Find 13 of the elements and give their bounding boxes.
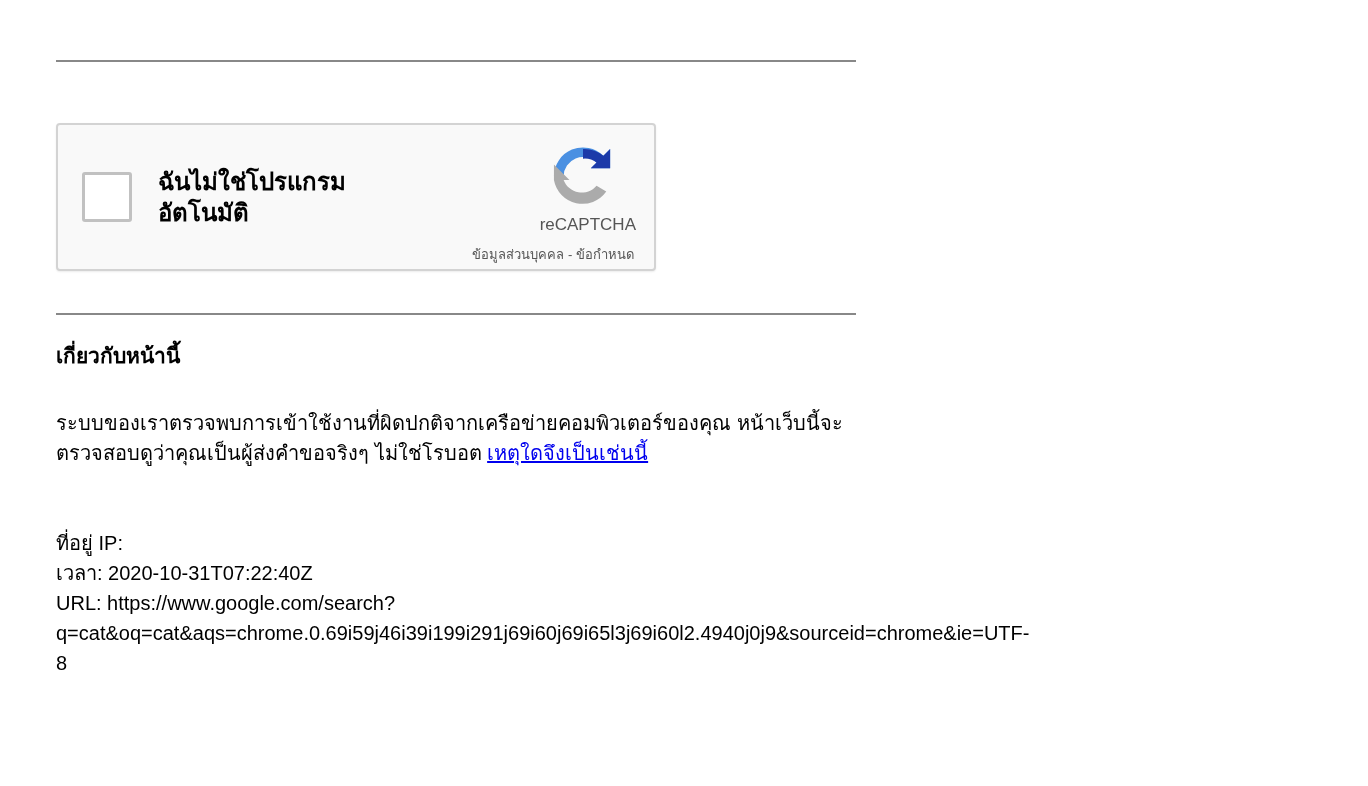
terms-link[interactable]: ข้อกำหนด bbox=[576, 247, 634, 262]
checkbox[interactable] bbox=[82, 172, 132, 222]
info-line: เวลา: 2020-10-31T07:22:40Z bbox=[56, 561, 313, 586]
info-line: URL: https://www.google.com/search? bbox=[56, 591, 396, 616]
privacy-link[interactable]: ข้อมูลส่วนบุคคล bbox=[472, 247, 565, 262]
info-line: 8 bbox=[56, 651, 68, 676]
info-line: ที่อยู่ IP: bbox=[56, 528, 123, 558]
info-line: q=cat&oq=cat&aqs=chrome.0.69i59j46i39i199i291j69i60j69i65l3j69i60l2.4940j0j9&sourceid=chrome&ie=UTF- bbox=[56, 621, 1030, 646]
section-heading: เกี่ยวกับหน้านี้ bbox=[56, 339, 856, 372]
separator: - bbox=[567, 247, 574, 262]
checkbox-label: ฉันไม่ใช่โปรแกรม อัตโนมัติ bbox=[158, 166, 347, 228]
explanation-paragraph: ระบบของเราตรวจพบการเข้าใช้งานที่ผิดปกติจากเครือข่ายคอมพิวเตอร์ของคุณ หน้าเว็บนี้จะตรวจสอบดูว่าคุณเป็นผู้ส่งคำขอจริงๆ ไม่ใช่โรบอต เหตุใดจึงเป็นเช่นนี้ bbox=[56, 408, 856, 468]
brand-name: reCAPTCHA bbox=[539, 215, 636, 235]
